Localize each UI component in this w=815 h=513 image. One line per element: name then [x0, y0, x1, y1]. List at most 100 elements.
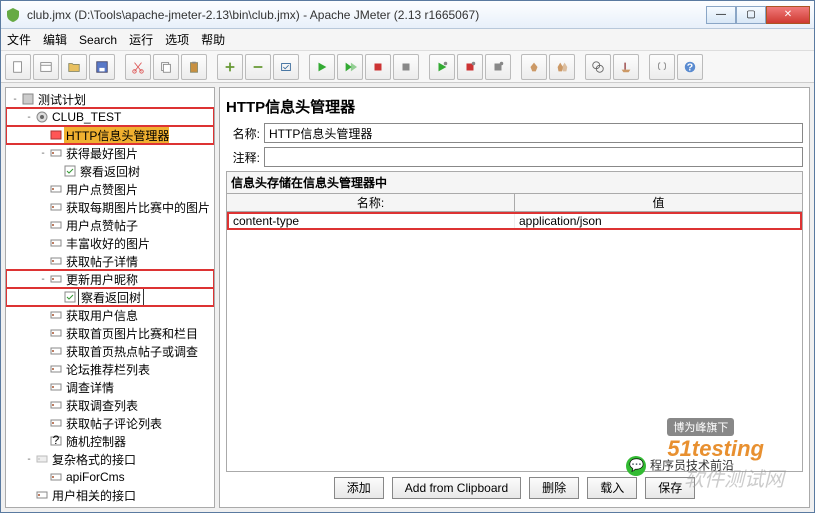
comment-input[interactable]	[264, 147, 803, 167]
clear-button[interactable]	[521, 54, 547, 80]
tree-handle-icon[interactable]	[38, 472, 48, 483]
reset-search-button[interactable]	[613, 54, 639, 80]
shutdown-button[interactable]	[393, 54, 419, 80]
tree-item[interactable]: - CLUB_TEST	[6, 108, 214, 126]
save-button[interactable]	[89, 54, 115, 80]
tree-item[interactable]: 察看返回树	[6, 288, 214, 306]
tree-handle-icon[interactable]: -	[10, 94, 20, 105]
tree-item[interactable]: 获取每期图片比赛中的图片	[6, 198, 214, 216]
help-button[interactable]: ?	[677, 54, 703, 80]
remote-shutdown-button[interactable]	[485, 54, 511, 80]
tree-item[interactable]: 用户相关的接口	[6, 486, 214, 504]
tree-item[interactable]: 论坛推荐栏列表	[6, 360, 214, 378]
tree-handle-icon[interactable]	[38, 184, 48, 195]
tree-handle-icon[interactable]: -	[24, 112, 34, 123]
name-input[interactable]	[264, 123, 803, 143]
tree-node-icon	[48, 218, 64, 232]
cut-button[interactable]	[125, 54, 151, 80]
tree-handle-icon[interactable]	[38, 238, 48, 249]
tree-handle-icon[interactable]	[24, 490, 34, 501]
tree-item[interactable]: 获取调查列表	[6, 396, 214, 414]
tree-item[interactable]: 用户点赞图片	[6, 180, 214, 198]
add-button[interactable]: 添加	[334, 477, 384, 499]
tree-node-icon	[20, 506, 36, 508]
tree-handle-icon[interactable]	[38, 418, 48, 429]
add-clipboard-button[interactable]: Add from Clipboard	[392, 477, 521, 499]
tree-item[interactable]: HTTP信息头管理器	[6, 126, 214, 144]
tree-handle-icon[interactable]: -	[38, 274, 48, 285]
menu-search[interactable]: Search	[79, 33, 117, 47]
tree-item[interactable]: 获取首页热点帖子或调查	[6, 342, 214, 360]
tree-handle-icon[interactable]	[38, 382, 48, 393]
tree-handle-icon[interactable]	[38, 310, 48, 321]
tree-item[interactable]: 用户点赞帖子	[6, 216, 214, 234]
collapse-button[interactable]	[245, 54, 271, 80]
tree-item[interactable]: 工作台	[6, 504, 214, 508]
tree-item-label: 获取调查列表	[64, 397, 138, 414]
tree-item[interactable]: 调查详情	[6, 378, 214, 396]
tree-handle-icon[interactable]	[52, 292, 62, 303]
menu-run[interactable]: 运行	[129, 31, 153, 48]
menu-edit[interactable]: 编辑	[43, 31, 67, 48]
maximize-button[interactable]: ▢	[736, 6, 766, 24]
function-helper-button[interactable]	[649, 54, 675, 80]
tree-item[interactable]: - 复杂格式的接口	[6, 450, 214, 468]
tree-item[interactable]: - 获得最好图片	[6, 144, 214, 162]
open-button[interactable]	[61, 54, 87, 80]
tree-handle-icon[interactable]: -	[24, 454, 34, 465]
headers-grid[interactable]: 名称: 值 content-type application/json	[226, 193, 803, 472]
tree-node-icon	[20, 92, 36, 106]
table-row[interactable]: content-type application/json	[227, 212, 802, 230]
tree-item[interactable]: 获取帖子评论列表	[6, 414, 214, 432]
menu-options[interactable]: 选项	[165, 31, 189, 48]
delete-button[interactable]: 删除	[529, 477, 579, 499]
close-button[interactable]: ✕	[766, 6, 810, 24]
menu-file[interactable]: 文件	[7, 31, 31, 48]
tree-item[interactable]: - 更新用户昵称	[6, 270, 214, 288]
tree-item[interactable]: apiForCms	[6, 468, 214, 486]
save-headers-button[interactable]: 保存	[645, 477, 695, 499]
start-no-pause-button[interactable]	[337, 54, 363, 80]
cell-value[interactable]: application/json	[515, 214, 800, 228]
tree-item[interactable]: 察看返回树	[6, 162, 214, 180]
tree-handle-icon[interactable]	[10, 508, 20, 509]
tree-handle-icon[interactable]	[38, 400, 48, 411]
tree-item-label: CLUB_TEST	[50, 110, 121, 124]
tree-handle-icon[interactable]: -	[38, 148, 48, 159]
search-button[interactable]	[585, 54, 611, 80]
tree-handle-icon[interactable]	[38, 256, 48, 267]
paste-button[interactable]	[181, 54, 207, 80]
tree-item[interactable]: 丰富收好的图片	[6, 234, 214, 252]
tree-item-label: apiForCms	[64, 470, 125, 484]
load-button[interactable]: 载入	[587, 477, 637, 499]
tree-handle-icon[interactable]	[52, 166, 62, 177]
start-button[interactable]	[309, 54, 335, 80]
cell-name[interactable]: content-type	[229, 214, 515, 228]
tree-item[interactable]: ? 随机控制器	[6, 432, 214, 450]
stop-button[interactable]	[365, 54, 391, 80]
remote-start-button[interactable]	[429, 54, 455, 80]
tree-handle-icon[interactable]	[38, 346, 48, 357]
tree-handle-icon[interactable]	[38, 328, 48, 339]
tree-handle-icon[interactable]	[38, 436, 48, 447]
menu-help[interactable]: 帮助	[201, 31, 225, 48]
tree-item[interactable]: 获取帖子详情	[6, 252, 214, 270]
tree-item[interactable]: 获取用户信息	[6, 306, 214, 324]
tree-handle-icon[interactable]	[38, 130, 48, 141]
new-file-button[interactable]	[5, 54, 31, 80]
remote-stop-button[interactable]	[457, 54, 483, 80]
minimize-button[interactable]: —	[706, 6, 736, 24]
clear-all-button[interactable]	[549, 54, 575, 80]
test-plan-tree[interactable]: - 测试计划 - CLUB_TEST HTTP信息头管理器 - 获得最好图片 察…	[5, 87, 215, 508]
tree-item[interactable]: - 测试计划	[6, 90, 214, 108]
tree-handle-icon[interactable]	[38, 364, 48, 375]
toggle-button[interactable]	[273, 54, 299, 80]
tree-item[interactable]: 获取首页图片比赛和栏目	[6, 324, 214, 342]
expand-button[interactable]	[217, 54, 243, 80]
tree-handle-icon[interactable]	[38, 220, 48, 231]
copy-button[interactable]	[153, 54, 179, 80]
tree-handle-icon[interactable]	[38, 202, 48, 213]
templates-button[interactable]	[33, 54, 59, 80]
tree-node-icon	[48, 182, 64, 196]
tree-node-icon	[48, 362, 64, 376]
